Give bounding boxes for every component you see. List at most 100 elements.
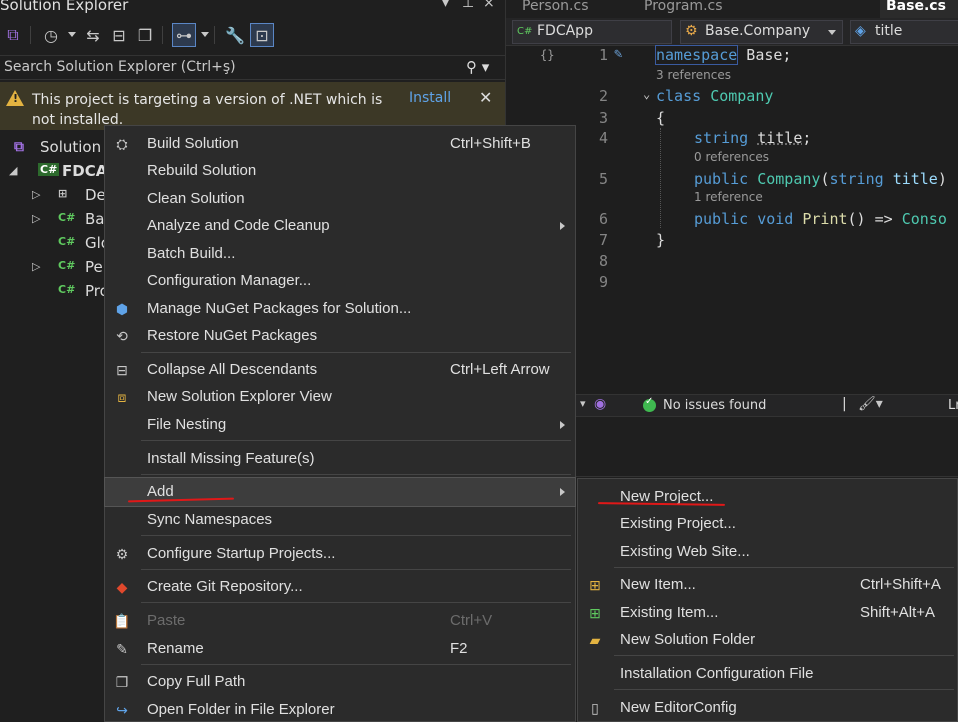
- submenu-item-new-item[interactable]: ⊞ New Item... Ctrl+Shift+A: [578, 571, 957, 599]
- class-icon: ⚙: [685, 23, 698, 39]
- rename-icon: ✎: [116, 640, 128, 657]
- type-name: Base.Company: [705, 23, 811, 39]
- codelens-references[interactable]: 0 references: [694, 150, 769, 164]
- menu-item-analyze-code-cleanup[interactable]: Analyze and Code Cleanup: [105, 212, 575, 240]
- line-number: 2: [598, 87, 608, 105]
- project-name: FDCApp: [537, 23, 593, 39]
- search-icon[interactable]: ⚲ ▾: [466, 58, 489, 76]
- code-line-6[interactable]: public void Print() => Conso: [694, 210, 947, 228]
- divider: |: [842, 396, 847, 412]
- line-indicator[interactable]: Ln: [948, 398, 958, 413]
- line-number: 1: [598, 46, 608, 64]
- menu-item-sync-namespaces[interactable]: Sync Namespaces: [105, 506, 575, 534]
- install-link[interactable]: Install: [409, 90, 451, 106]
- code-line-1[interactable]: namespace Base;: [654, 45, 791, 65]
- menu-item-build-solution[interactable]: ⛭ Build Solution Ctrl+Shift+B: [105, 130, 575, 158]
- chevron-down-icon[interactable]: ◢: [9, 164, 17, 177]
- existing-item-icon: ⊞: [589, 604, 601, 621]
- line-number: 5: [598, 170, 608, 188]
- menu-item-manage-nuget[interactable]: ⬢ Manage NuGet Packages for Solution...: [105, 295, 575, 323]
- codelens-references[interactable]: 3 references: [656, 68, 731, 82]
- menu-item-new-se-view[interactable]: ⧈ New Solution Explorer View: [105, 383, 575, 411]
- dropdown-arrow-icon[interactable]: ▾: [580, 397, 586, 410]
- quick-action-icon[interactable]: ✎: [614, 46, 622, 62]
- brush-icon[interactable]: 🖌▾: [858, 396, 883, 412]
- submenu-item-new-solution-folder[interactable]: ▰ New Solution Folder: [578, 626, 957, 654]
- menu-item-add[interactable]: Add: [104, 477, 576, 507]
- code-line-3[interactable]: {: [656, 109, 665, 127]
- copilot-icon[interactable]: ◉: [594, 396, 606, 412]
- tab-program[interactable]: Program.cs: [638, 0, 729, 18]
- code-line-7[interactable]: }: [656, 231, 665, 249]
- code-line-2[interactable]: class Company: [656, 87, 773, 105]
- solution-explorer-toolbar: ⧉ ◷ ⇆ ⊟ ❐ ⊶ 🔧 ⊡: [0, 14, 505, 55]
- tab-base[interactable]: Base.cs: [880, 0, 958, 18]
- menu-item-batch-build[interactable]: Batch Build...: [105, 240, 575, 268]
- csharp-file-icon: C#: [58, 235, 76, 248]
- line-number: 9: [598, 273, 608, 291]
- submenu-item-new-editorconfig[interactable]: ▯ New EditorConfig: [578, 694, 957, 722]
- solution-search-box[interactable]: Search Solution Explorer (Ctrl+ş) ⚲ ▾: [0, 55, 505, 80]
- menu-item-create-git-repo[interactable]: ◆ Create Git Repository...: [105, 573, 575, 601]
- issues-status[interactable]: No issues found: [663, 398, 766, 413]
- window-position-button[interactable]: ▾: [442, 0, 449, 11]
- menu-item-configure-startup[interactable]: ⚙ Configure Startup Projects...: [105, 540, 575, 568]
- tree-item-label: De: [85, 186, 106, 204]
- menu-item-rebuild-solution[interactable]: Rebuild Solution: [105, 157, 575, 185]
- menu-item-install-missing-features[interactable]: Install Missing Feature(s): [105, 445, 575, 473]
- codelens-references[interactable]: 1 reference: [694, 190, 763, 204]
- preview-selected-items-icon[interactable]: ⊡: [250, 23, 274, 47]
- menu-item-configuration-manager[interactable]: Configuration Manager...: [105, 267, 575, 295]
- line-number: 8: [598, 252, 608, 270]
- type-dropdown[interactable]: ⚙ Base.Company: [680, 20, 843, 44]
- menu-item-paste[interactable]: 📋 Paste Ctrl+V: [105, 607, 575, 635]
- solution-icon: ⧉: [14, 139, 24, 155]
- member-name: title: [875, 23, 903, 39]
- submenu-arrow-icon: [560, 488, 565, 496]
- track-active-item-icon[interactable]: ⊶: [172, 23, 196, 47]
- submenu-item-existing-item[interactable]: ⊞ Existing Item... Shift+Alt+A: [578, 599, 957, 627]
- submenu-item-existing-project[interactable]: Existing Project...: [578, 510, 957, 538]
- add-submenu: New Project... Existing Project... Exist…: [577, 478, 958, 722]
- line-number: 7: [598, 231, 608, 249]
- collapse-all-icon[interactable]: ⊟: [108, 24, 130, 46]
- properties-wrench-icon[interactable]: 🔧: [224, 24, 246, 46]
- menu-item-clean-solution[interactable]: Clean Solution: [105, 185, 575, 213]
- dotnet-warning-bar: This project is targeting a version of .…: [0, 82, 505, 130]
- csharp-file-icon: C#: [58, 259, 76, 272]
- scope-icon: {}: [540, 48, 555, 62]
- menu-item-restore-nuget[interactable]: ⟲ Restore NuGet Packages: [105, 322, 575, 350]
- chevron-right-icon[interactable]: ▷: [32, 212, 40, 225]
- menu-item-open-folder[interactable]: ↪ Open Folder in File Explorer: [105, 696, 575, 722]
- submenu-item-installation-config[interactable]: Installation Configuration File: [578, 660, 957, 688]
- csharp-file-icon: C#: [58, 211, 76, 224]
- vs-switch-views-icon[interactable]: ⧉: [2, 24, 24, 46]
- warning-icon: [6, 90, 24, 106]
- code-line-4[interactable]: string title;: [694, 129, 811, 147]
- show-all-files-icon[interactable]: ❐: [134, 24, 156, 46]
- chevron-right-icon[interactable]: ▷: [32, 260, 40, 273]
- project-dropdown[interactable]: C# FDCApp: [512, 20, 672, 44]
- search-input[interactable]: Search Solution Explorer (Ctrl+ş): [4, 59, 236, 75]
- menu-item-rename[interactable]: ✎ Rename F2: [105, 635, 575, 663]
- solution-context-menu: ⛭ Build Solution Ctrl+Shift+B Rebuild So…: [104, 125, 576, 722]
- git-icon: ◆: [116, 578, 128, 595]
- copy-icon: ❐: [115, 673, 129, 690]
- menu-item-file-nesting[interactable]: File Nesting: [105, 411, 575, 439]
- pin-button[interactable]: ⊥: [462, 0, 474, 11]
- new-view-icon: ⧈: [117, 388, 127, 405]
- history-icon[interactable]: ◷: [40, 24, 62, 46]
- tab-person[interactable]: Person.cs: [516, 0, 595, 18]
- code-line-5[interactable]: public Company(string title): [694, 170, 947, 188]
- member-dropdown[interactable]: ◈ title: [850, 20, 958, 44]
- close-panel-button[interactable]: ×: [483, 0, 495, 11]
- chevron-right-icon[interactable]: ▷: [32, 188, 40, 201]
- menu-item-copy-full-path[interactable]: ❐ Copy Full Path: [105, 668, 575, 696]
- line-number: 3: [598, 109, 608, 127]
- submenu-item-existing-web-site[interactable]: Existing Web Site...: [578, 538, 957, 566]
- menu-item-collapse-all[interactable]: ⊟ Collapse All Descendants Ctrl+Left Arr…: [105, 356, 575, 384]
- collapse-icon[interactable]: ⌄: [643, 87, 650, 101]
- sync-icon[interactable]: ⇆: [82, 24, 104, 46]
- close-icon[interactable]: ✕: [479, 88, 492, 107]
- submenu-item-new-project[interactable]: New Project...: [578, 483, 957, 511]
